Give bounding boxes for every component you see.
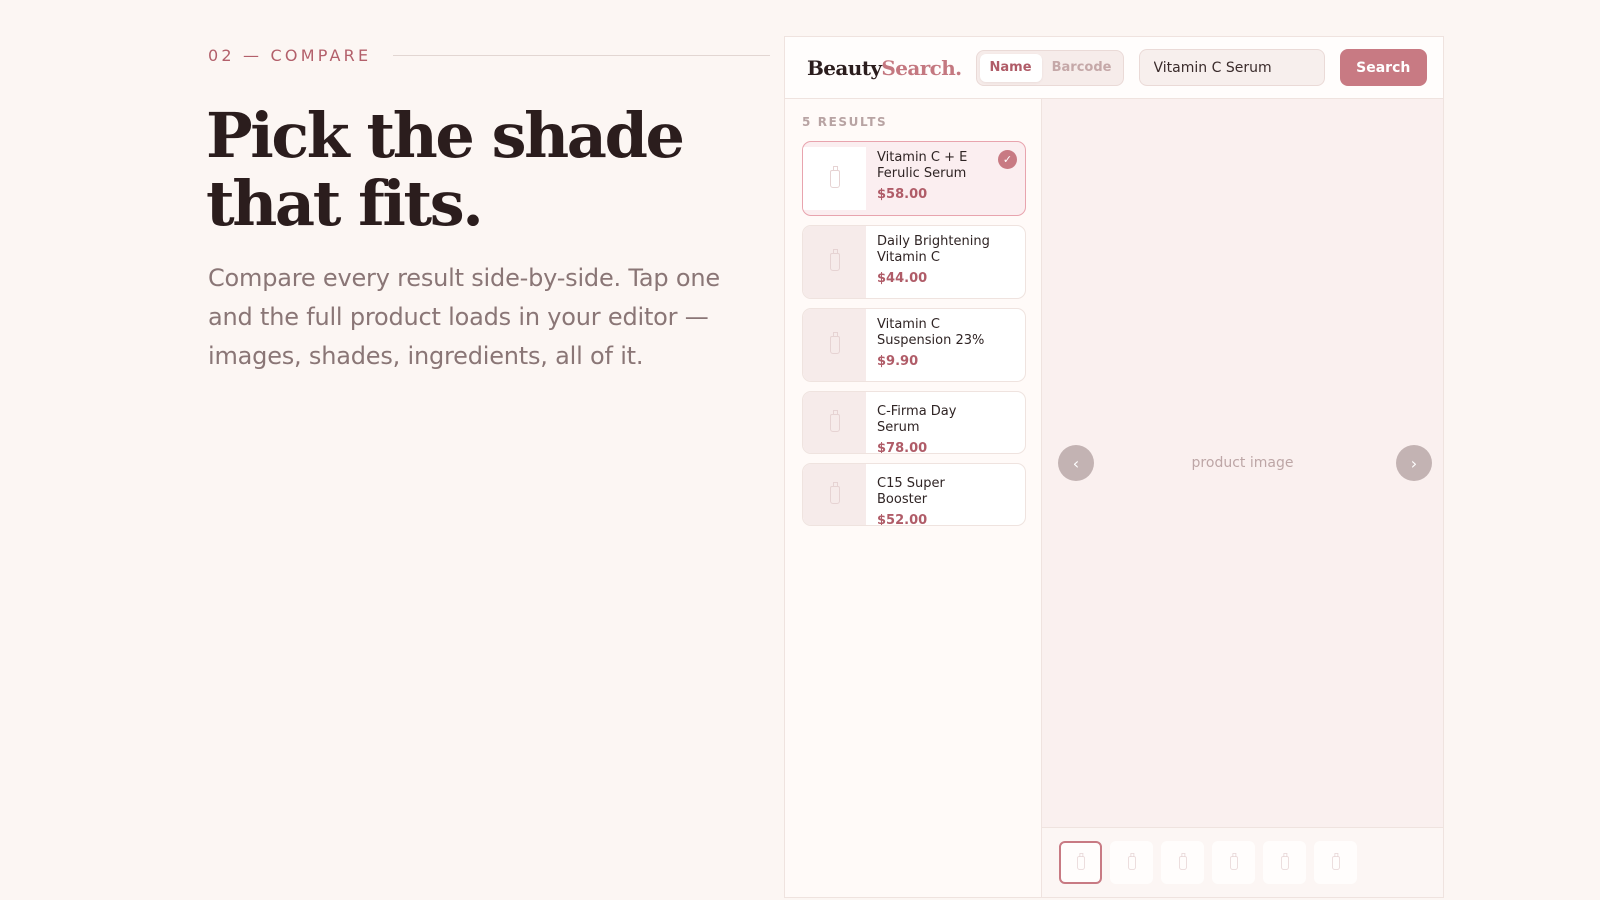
bottle-icon [1127,852,1136,870]
result-title: Vitamin C + E Ferulic Serum [877,150,968,181]
search-button[interactable]: Search [1339,49,1427,86]
result-card[interactable]: Vitamin C Suspension 23% $9.90 [802,308,1026,382]
bottle-icon [829,481,840,504]
thumbnail[interactable] [1314,841,1357,884]
thumbnail[interactable] [1263,841,1306,884]
app-logo: BeautySearch. [807,56,962,80]
app-window: BeautySearch. Name Barcode Search 5 RESU… [784,36,1444,898]
product-thumbnail [803,226,866,298]
result-price: $9.90 [877,354,919,369]
result-card-info: Vitamin C Suspension 23% $9.90 [866,309,1025,381]
check-icon: ✓ [998,150,1017,169]
logo-accent: Search. [881,55,962,80]
thumbnail-strip [1042,827,1443,897]
result-card[interactable]: C-Firma Day Serum $78.00 [802,391,1026,454]
result-title: C15 Super Booster [877,476,945,507]
product-preview: ‹ product image › [1042,99,1443,897]
bottle-icon [829,332,840,354]
bottle-icon [829,409,840,432]
bottle-icon [1229,852,1238,870]
search-input[interactable] [1138,49,1325,86]
result-price: $44.00 [877,271,928,286]
result-title: Vitamin C Suspension 23% [877,317,985,348]
result-card[interactable]: Daily Brightening Vitamin C $44.00 [802,225,1026,299]
results-count: 5 RESULTS [802,115,888,129]
result-card-info: C15 Super Booster $52.00 [866,464,1025,525]
product-thumbnail [803,464,866,525]
result-price: $52.00 [877,513,928,526]
result-price: $58.00 [877,187,928,202]
bottle-icon [1280,852,1289,870]
eyebrow-divider [393,54,770,56]
section-eyebrow: 02 — COMPARE [208,44,770,66]
chevron-left-icon[interactable]: ‹ [1058,445,1094,481]
result-card[interactable]: Vitamin C + E Ferulic Serum $58.00 ✓ [802,141,1026,216]
chevron-right-icon[interactable]: › [1396,445,1432,481]
product-thumbnail [803,309,866,381]
content-split: 5 RESULTS Vitamin C + E Ferulic Serum $5… [785,99,1443,897]
headline-line-2: that fits. [206,167,484,240]
results-panel: 5 RESULTS Vitamin C + E Ferulic Serum $5… [785,99,1042,897]
bottle-icon [829,249,840,271]
product-thumbnail [803,392,866,453]
result-price: $78.00 [877,441,928,454]
mode-name-button[interactable]: Name [979,53,1042,82]
image-stage: ‹ product image › [1042,99,1443,827]
bottle-icon [1076,852,1085,870]
mode-barcode-button[interactable]: Barcode [1046,54,1118,82]
bottle-icon [1331,852,1340,870]
eyebrow-label: 02 — COMPARE [208,45,372,65]
image-placeholder: product image [1191,455,1294,471]
bottle-icon [829,165,840,188]
thumbnail[interactable] [1059,841,1102,884]
headline-line-1: Pick the shade [206,99,685,172]
product-thumbnail [803,147,866,210]
thumbnail[interactable] [1212,841,1255,884]
result-card-info: Daily Brightening Vitamin C $44.00 [866,226,1025,298]
result-title: C-Firma Day Serum [877,404,957,435]
lede-paragraph: Compare every result side-by-side. Tap o… [208,264,720,370]
search-mode-toggle: Name Barcode [975,49,1124,86]
thumbnail[interactable] [1161,841,1204,884]
thumbnail[interactable] [1110,841,1153,884]
bottle-icon [1178,852,1187,870]
result-title: Daily Brightening Vitamin C [877,234,990,265]
result-card-info: C-Firma Day Serum $78.00 [866,392,1025,453]
headline: Pick the shade that fits. [206,102,766,238]
result-card[interactable]: C15 Super Booster $52.00 [802,463,1026,526]
logo-main: Beauty [807,55,882,80]
top-bar: BeautySearch. Name Barcode Search [785,37,1443,99]
